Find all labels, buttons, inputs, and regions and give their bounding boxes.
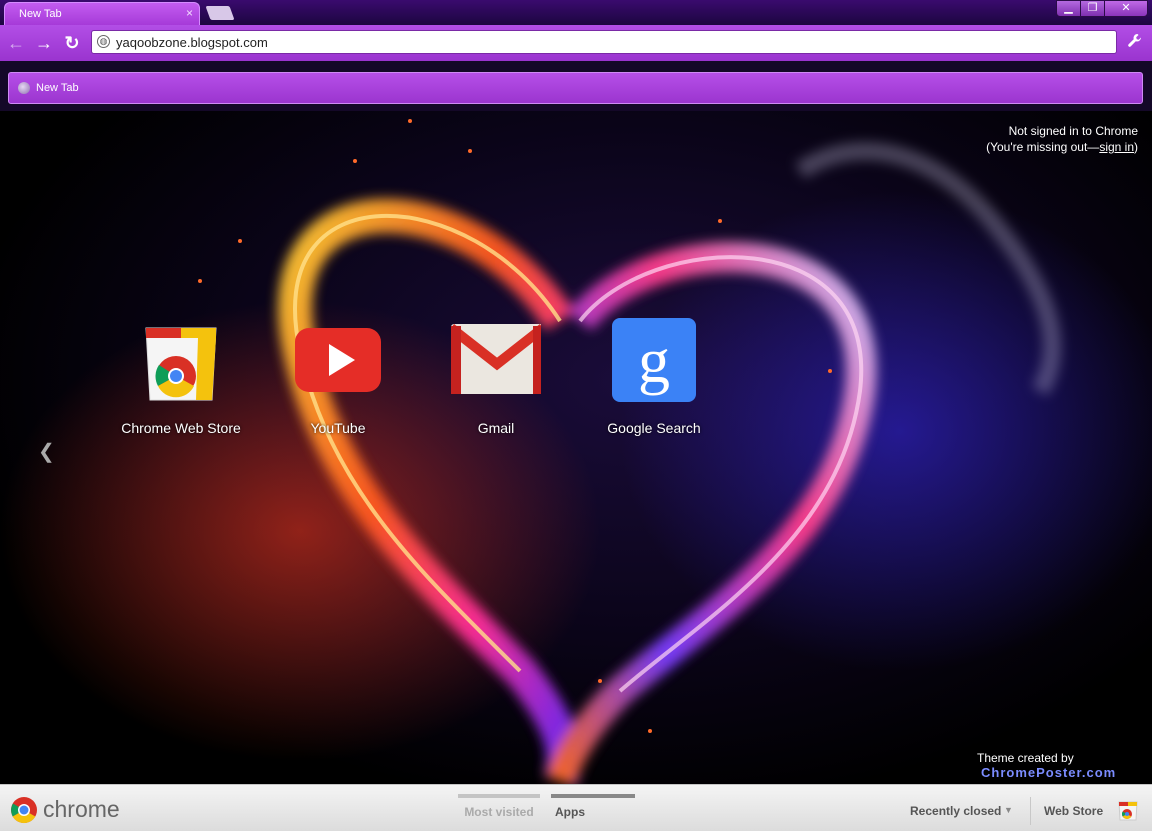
minimize-button[interactable]: ▁ <box>1056 0 1081 17</box>
theme-credit-site[interactable]: ChromePoster.com <box>981 765 1116 780</box>
app-label: Google Search <box>607 420 701 436</box>
footer-divider <box>1030 797 1031 825</box>
google-search-icon: g <box>609 316 699 406</box>
wrench-icon <box>1128 34 1141 47</box>
previous-page-arrow[interactable]: ❮ <box>38 439 55 464</box>
chrome-brand-text: chrome <box>43 796 120 822</box>
reload-button[interactable]: ↻ <box>62 33 82 53</box>
chrome-web-store-icon <box>136 316 226 406</box>
recently-closed-menu[interactable]: Recently closed <box>910 804 1001 818</box>
app-label: Gmail <box>477 420 515 436</box>
bookmark-bar: New Tab <box>0 61 1152 111</box>
toolbar: ← → ↻ ◍ yaqoobzone.blogspot.com <box>0 25 1152 61</box>
footer-tab-most-visited[interactable]: Most visited <box>458 794 540 824</box>
web-store-icon[interactable] <box>1117 799 1139 821</box>
wrench-menu-button[interactable] <box>1125 33 1145 54</box>
tab-title: New Tab <box>19 8 62 20</box>
signin-suffix: ) <box>1134 140 1138 154</box>
footer-tab-label: Apps <box>555 805 585 819</box>
chevron-down-icon[interactable]: ▼ <box>1004 805 1013 815</box>
page-title: New Tab <box>36 82 79 94</box>
signin-line2: (You're missing out—sign in) <box>986 139 1138 155</box>
tab-close-icon[interactable]: × <box>186 6 193 20</box>
app-google-search[interactable]: g Google Search <box>579 316 729 436</box>
new-tab-page: Not signed in to Chrome (You're missing … <box>0 111 1152 784</box>
svg-text:g: g <box>638 325 670 396</box>
app-label: Chrome Web Store <box>121 420 241 436</box>
app-gmail[interactable]: Gmail <box>421 316 571 436</box>
signin-status-text: Not signed in to Chrome <box>1008 124 1138 138</box>
back-button[interactable]: ← <box>6 33 26 53</box>
app-label: YouTube <box>310 420 366 436</box>
page-favicon-icon <box>18 82 30 94</box>
tab-new-tab[interactable]: New Tab × <box>4 2 200 25</box>
ntp-footer: chrome Most visited Apps Recently closed… <box>0 784 1152 831</box>
signin-prefix: (You're missing out— <box>986 140 1100 154</box>
app-chrome-web-store[interactable]: Chrome Web Store <box>106 316 256 436</box>
signin-link[interactable]: sign in <box>1099 140 1134 154</box>
page-tab-strip[interactable]: New Tab <box>8 72 1143 104</box>
globe-icon: ◍ <box>97 35 110 48</box>
heart-flame-background <box>0 119 1152 784</box>
youtube-icon <box>293 316 383 406</box>
chrome-logo-icon <box>11 797 37 824</box>
url-text[interactable]: yaqoobzone.blogspot.com <box>116 35 268 50</box>
app-youtube[interactable]: YouTube <box>263 316 413 436</box>
forward-button[interactable]: → <box>34 33 54 53</box>
title-bar: New Tab × ▁ ❐ ✕ <box>0 0 1152 25</box>
maximize-button[interactable]: ❐ <box>1080 0 1105 17</box>
close-window-button[interactable]: ✕ <box>1104 0 1148 17</box>
web-store-link[interactable]: Web Store <box>1044 804 1103 818</box>
theme-credit-text: Theme created by <box>977 751 1074 765</box>
footer-tab-apps[interactable]: Apps <box>551 794 635 824</box>
gmail-icon <box>447 316 547 406</box>
address-bar[interactable]: ◍ yaqoobzone.blogspot.com <box>91 30 1117 54</box>
new-tab-button[interactable] <box>205 6 235 20</box>
signin-notice: Not signed in to Chrome (You're missing … <box>986 123 1138 155</box>
footer-tab-label: Most visited <box>464 805 534 819</box>
